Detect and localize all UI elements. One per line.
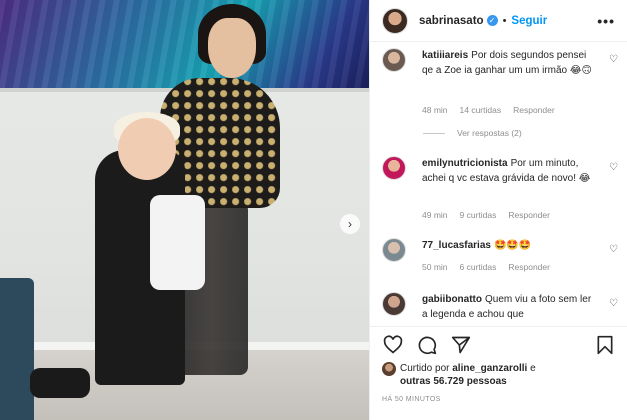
comment-time: 50 min [422,262,448,272]
comment-meta: 48 min 14 curtidas Responder [422,105,567,115]
comments-list[interactable]: katiiiareis Por dois segundos pensei qe a… [370,42,627,326]
sofa [0,278,34,420]
bookmark-icon[interactable] [594,334,616,356]
comment-likes[interactable]: 14 curtidas [460,105,502,115]
post-timestamp[interactable]: HÁ 50 MINUTOS [382,396,441,403]
commenter-avatar[interactable] [382,238,406,262]
comment-likes[interactable]: 9 curtidas [460,210,497,220]
commenter-avatar[interactable] [382,156,406,180]
share-icon[interactable] [450,334,472,356]
reply-button[interactable]: Responder [508,210,550,220]
kneeling-person-head [118,118,176,180]
comment-meta: 50 min 6 curtidas Responder [422,262,562,272]
post-header: sabrinasato ✓ • Seguir ••• [370,0,627,42]
comment-meta: 49 min 9 curtidas Responder [422,210,562,220]
commenter-username[interactable]: emilynutricionista [422,158,508,169]
view-replies-button[interactable]: Ver respostas (2) [423,128,522,138]
comment-likes[interactable]: 6 curtidas [460,262,497,272]
commenter-username[interactable]: gabiibonatto [422,294,482,305]
reply-button[interactable]: Responder [508,262,550,272]
comment-text: gabiibonatto Quem viu a foto sem ler a le… [422,292,594,322]
comment-like-heart-icon[interactable]: ♡ [609,162,618,173]
comment-like-heart-icon[interactable]: ♡ [609,244,618,255]
comment-like-heart-icon[interactable]: ♡ [609,54,618,65]
heart-icon[interactable] [382,334,404,356]
author-username[interactable]: sabrinasato [419,15,484,27]
woman-face [208,18,256,78]
background-screen [0,0,369,92]
commenter-avatar[interactable] [382,48,406,72]
reply-button[interactable]: Responder [513,105,555,115]
post-photo[interactable]: › [0,0,369,420]
likes-prefix: Curtido por [400,363,450,374]
comment-time: 49 min [422,210,448,220]
commenter-username[interactable]: katiiiareis [422,50,468,61]
separator-dot: • [502,14,507,27]
likes-text: Curtido por aline_ganzarolli e outras 56… [382,362,622,388]
more-options-icon[interactable]: ••• [597,13,615,29]
commenter-username[interactable]: 77_lucasfarias [422,240,491,251]
comment-text: 77_lucasfarias 🤩🤩🤩 [422,238,594,253]
shoes [30,368,90,398]
kneeling-person-shirt [150,195,205,290]
likes-count-link[interactable]: outras 56.729 pessoas [400,376,507,387]
post-side-panel: sabrinasato ✓ • Seguir ••• katiiiareis Po… [369,0,627,420]
comment-text: katiiiareis Por dois segundos pensei qe a… [422,48,594,78]
follow-button[interactable]: Seguir [511,15,547,27]
comment-icon[interactable] [416,334,438,356]
likes-summary: Curtido por aline_ganzarolli e outras 56… [382,362,622,388]
comment-text: emilynutricionista Por um minuto, achei q… [422,156,594,186]
author-avatar[interactable] [382,7,408,34]
commenter-avatar[interactable] [382,292,406,316]
post-actions-bar [370,326,627,362]
comment-time: 48 min [422,105,448,115]
liker-avatar[interactable] [382,362,396,376]
comment-body: 🤩🤩🤩 [493,240,532,251]
comment-like-heart-icon[interactable]: ♡ [609,298,618,309]
likes-conjunction: e [530,363,536,374]
liker-username[interactable]: aline_ganzarolli [452,363,527,374]
verified-badge-icon: ✓ [486,15,498,26]
next-arrow-icon[interactable]: › [340,214,360,234]
